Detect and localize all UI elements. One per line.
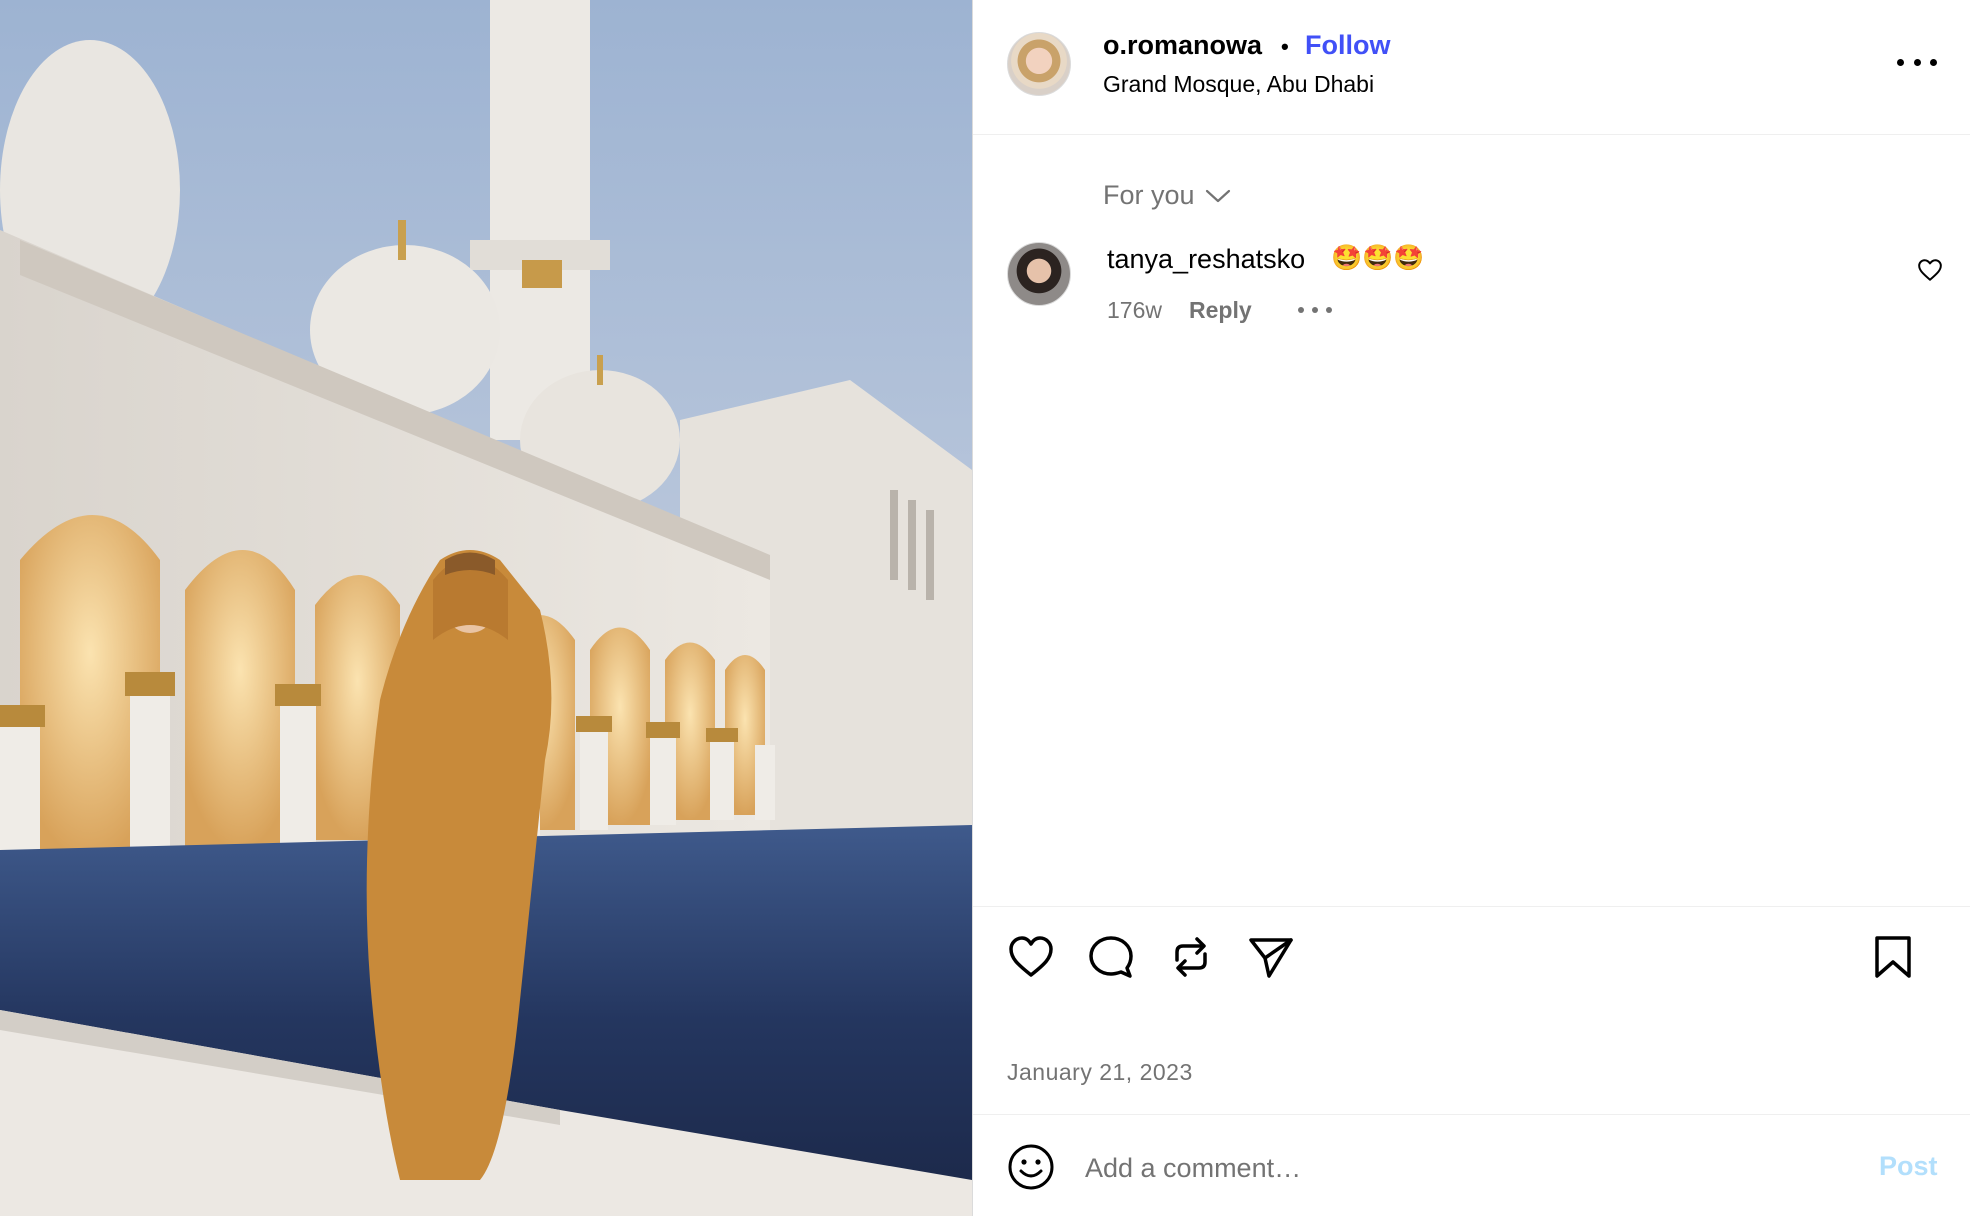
bookmark-icon[interactable]: [1873, 934, 1913, 980]
send-icon[interactable]: [1247, 934, 1295, 980]
owner-username[interactable]: o.romanowa: [1103, 30, 1262, 61]
comment-timestamp[interactable]: 176w: [1107, 297, 1162, 324]
separator-dot: •: [1281, 34, 1289, 59]
comments-filter-label: For you: [1103, 180, 1195, 210]
more-icon[interactable]: [1897, 48, 1937, 76]
comment-reply-button[interactable]: Reply: [1189, 297, 1252, 324]
post-photo[interactable]: [0, 0, 972, 1216]
comment-username[interactable]: tanya_reshatsko: [1107, 244, 1305, 275]
comment-more-icon[interactable]: [1298, 304, 1332, 316]
comment-heart-icon[interactable]: [1917, 258, 1943, 282]
post-side-panel: o.romanowa • Follow Grand Mosque, Abu Dh…: [972, 0, 1970, 1216]
comments-filter-dropdown[interactable]: For you: [1103, 180, 1231, 211]
emoji-icon[interactable]: [1007, 1143, 1055, 1191]
mosque-photo-illustration: [0, 0, 972, 1216]
comment-box-divider: [973, 1114, 1970, 1115]
comment-icon[interactable]: [1087, 934, 1135, 980]
heart-icon[interactable]: [1007, 934, 1055, 980]
post-date[interactable]: January 21, 2023: [1007, 1059, 1193, 1086]
chevron-down-icon: [1205, 189, 1230, 202]
owner-avatar[interactable]: [1007, 32, 1071, 96]
post-comment-button[interactable]: Post: [1879, 1151, 1938, 1182]
post-view: o.romanowa • Follow Grand Mosque, Abu Dh…: [0, 0, 1970, 1216]
post-header: o.romanowa • Follow Grand Mosque, Abu Dh…: [973, 0, 1970, 135]
repost-icon[interactable]: [1167, 934, 1215, 980]
post-location[interactable]: Grand Mosque, Abu Dhabi: [1103, 71, 1374, 98]
comment-input[interactable]: [1085, 1148, 1845, 1188]
comment-text: 🤩🤩🤩: [1331, 244, 1425, 272]
follow-button[interactable]: Follow: [1305, 30, 1390, 61]
actions-divider: [973, 906, 1970, 907]
commenter-avatar[interactable]: [1007, 242, 1071, 306]
